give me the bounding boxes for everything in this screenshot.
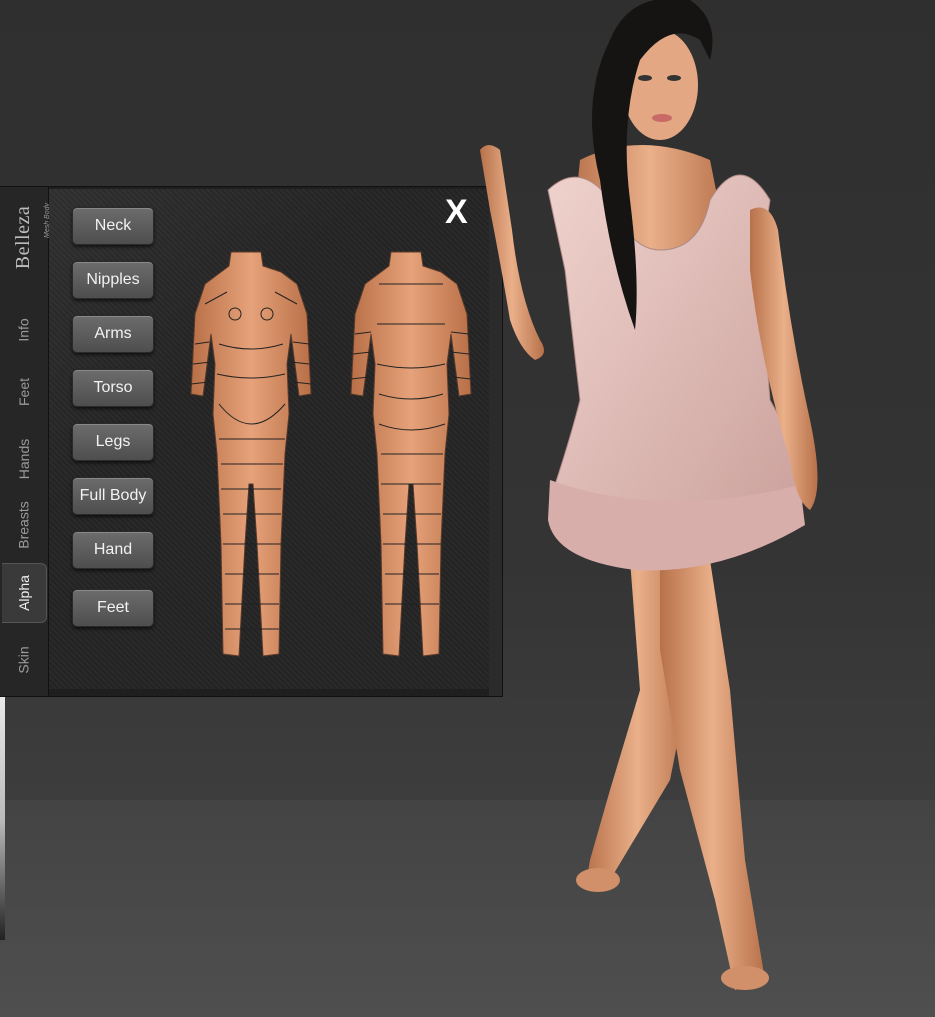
- right-leg: [660, 560, 765, 990]
- tab-breasts[interactable]: Breasts: [2, 495, 46, 555]
- tab-skin-label: Skin: [15, 646, 32, 674]
- alpha-panel: Neck Nipples Arms Torso Legs Full Body H…: [49, 189, 489, 689]
- tab-skin[interactable]: Skin: [2, 635, 46, 685]
- eye: [667, 75, 681, 81]
- torso-button[interactable]: Torso: [72, 369, 154, 407]
- avatar-figure: [480, 0, 818, 990]
- tab-info-label: Info: [15, 318, 32, 342]
- legs-button[interactable]: Legs: [72, 423, 154, 461]
- tab-feet-label: Feet: [15, 377, 32, 407]
- nipples-button[interactable]: Nipples: [72, 261, 154, 299]
- tab-hands-label: Hands: [16, 438, 32, 480]
- tab-feet[interactable]: Feet: [2, 367, 46, 417]
- eye: [638, 75, 652, 81]
- full-body-button[interactable]: Full Body: [72, 477, 154, 515]
- logo-text: Belleza: [12, 205, 35, 269]
- lips: [652, 114, 672, 122]
- back-body-figure[interactable]: [350, 251, 472, 657]
- right-foot: [721, 966, 769, 990]
- body-alpha-map[interactable]: [169, 244, 489, 664]
- alpha-hud: Belleza Mesh Body Info Feet Hands Breast…: [0, 187, 502, 696]
- arms-button[interactable]: Arms: [72, 315, 154, 353]
- tab-alpha-label: Alpha: [16, 575, 32, 611]
- tab-breasts-label: Breasts: [16, 501, 32, 549]
- hud-tab-bar: Belleza Mesh Body Info Feet Hands Breast…: [0, 187, 52, 696]
- tab-hands[interactable]: Hands: [2, 429, 46, 489]
- belleza-logo: Belleza Mesh Body: [2, 197, 52, 277]
- raised-arm: [480, 145, 544, 360]
- tab-info[interactable]: Info: [2, 305, 46, 355]
- neck-button[interactable]: Neck: [72, 207, 154, 245]
- feet-button[interactable]: Feet: [72, 589, 154, 627]
- left-foot: [576, 868, 620, 892]
- hand-button[interactable]: Hand: [72, 531, 154, 569]
- front-body-figure[interactable]: [190, 251, 312, 657]
- tab-alpha[interactable]: Alpha: [2, 563, 47, 623]
